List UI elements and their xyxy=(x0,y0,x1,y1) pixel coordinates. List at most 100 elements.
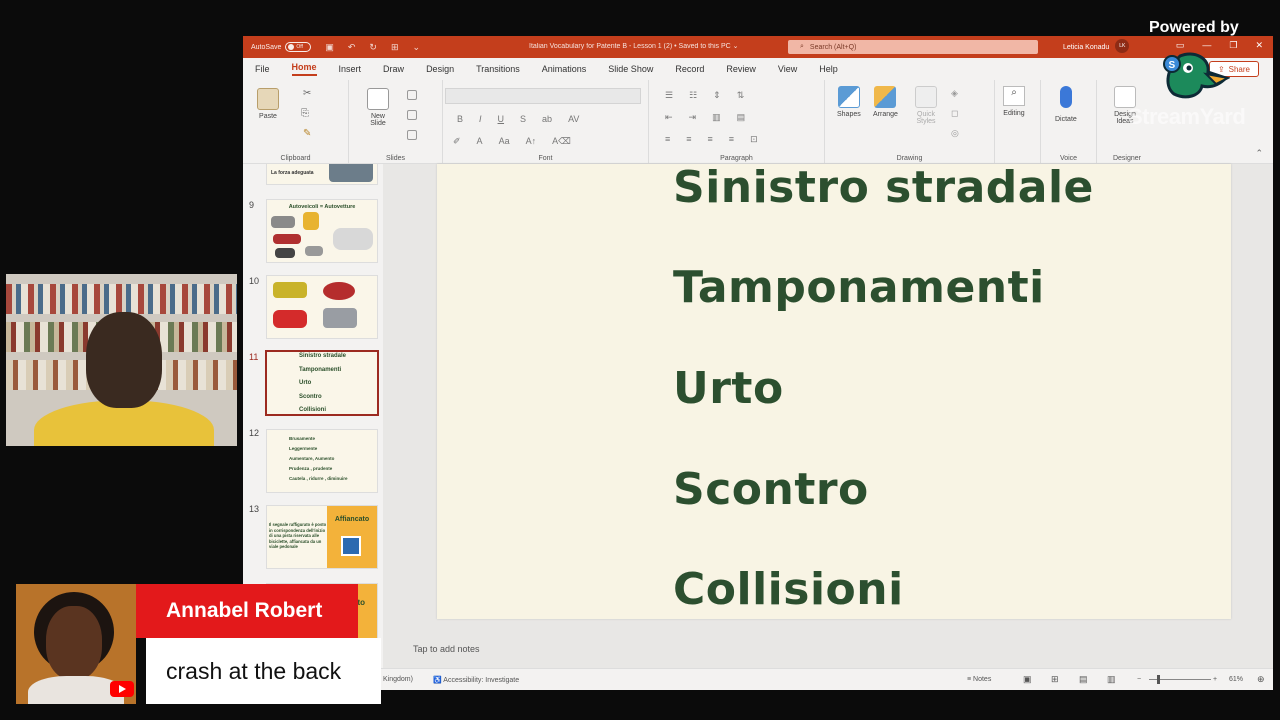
align-text-icon[interactable]: ▤ xyxy=(737,112,746,123)
arrange-button[interactable]: Arrange xyxy=(873,86,898,118)
char-spacing-icon[interactable]: AV xyxy=(568,114,579,124)
slideshow-icon[interactable]: ▥ xyxy=(1107,674,1116,685)
dictate-button[interactable]: Dictate xyxy=(1055,86,1077,123)
zoom-level[interactable]: 61% xyxy=(1229,676,1243,683)
host-person xyxy=(86,312,162,408)
shape-outline-icon[interactable]: ◻ xyxy=(951,108,958,119)
arrange-icon xyxy=(874,86,897,108)
search-box[interactable]: ⌕ Search (Alt+Q) xyxy=(788,40,1038,54)
change-case-icon[interactable]: Aa xyxy=(499,136,510,147)
align-center-icon[interactable]: ≡ xyxy=(686,134,691,145)
tab-design[interactable]: Design xyxy=(426,64,454,74)
highlight-icon[interactable]: ✐ xyxy=(453,136,461,147)
smartart-icon[interactable]: ⊡ xyxy=(750,134,758,145)
slide-word[interactable]: Urto xyxy=(673,363,784,414)
shapes-button[interactable]: Shapes xyxy=(837,86,861,118)
align-right-icon[interactable]: ≡ xyxy=(708,134,713,145)
save-icon[interactable]: ▣ xyxy=(325,42,334,53)
customize-icon[interactable]: ⌄ xyxy=(413,42,421,53)
reset-icon[interactable] xyxy=(407,110,417,120)
host-camera-feed xyxy=(6,274,237,446)
tab-review[interactable]: Review xyxy=(726,64,756,74)
user-account[interactable]: Leticia Konadu LK xyxy=(1063,39,1130,53)
copy-icon[interactable]: ⎘ xyxy=(301,108,309,119)
slide-word[interactable]: Collisioni xyxy=(673,564,904,615)
slide-thumbnail-8[interactable]: La forza adeguata xyxy=(267,164,377,184)
strikethrough-icon[interactable]: S xyxy=(520,114,526,124)
main-area: La forza adeguata 9 Autoveicoli = Autove… xyxy=(243,162,1273,668)
increase-indent-icon[interactable]: ⇥ xyxy=(689,112,697,123)
share-label: Share xyxy=(1228,64,1250,74)
decrease-indent-icon[interactable]: ⇤ xyxy=(665,112,673,123)
notes-button[interactable]: ≡ Notes xyxy=(967,676,991,683)
new-slide-button[interactable]: New Slide xyxy=(363,88,393,127)
slide-word[interactable]: Tamponamenti xyxy=(673,262,1045,313)
autosave-control[interactable]: AutoSave Off xyxy=(251,42,312,52)
streamyard-duck-logo: S xyxy=(1163,52,1230,99)
bullets-icon[interactable]: ☰ xyxy=(665,90,673,101)
slide-thumbnail-12[interactable]: Brusamente Leggermente Aumentare, Aument… xyxy=(267,430,377,492)
group-label-slides: Slides xyxy=(385,155,406,162)
present-icon[interactable]: ⊞ xyxy=(391,42,399,53)
zoom-slider-thumb[interactable] xyxy=(1157,675,1160,684)
line-spacing-icon[interactable]: ⇕ xyxy=(713,90,721,101)
collapse-ribbon-icon[interactable]: ⌃ xyxy=(1255,148,1263,159)
language-status[interactable]: Kingdom) xyxy=(383,676,413,683)
font-format-row: B I U S ab AV xyxy=(457,114,579,124)
tab-draw[interactable]: Draw xyxy=(383,64,404,74)
reading-view-icon[interactable]: ▤ xyxy=(1079,674,1088,685)
autosave-toggle[interactable]: Off xyxy=(285,42,312,52)
normal-view-icon[interactable]: ▣ xyxy=(1023,674,1032,685)
underline-icon[interactable]: U xyxy=(498,114,505,124)
text-direction-icon[interactable]: ⇅ xyxy=(737,90,745,101)
columns-icon[interactable]: ▥ xyxy=(712,112,721,123)
tab-file[interactable]: File xyxy=(255,64,270,74)
shape-effects-icon[interactable]: ◎ xyxy=(951,128,959,139)
tab-record[interactable]: Record xyxy=(675,64,704,74)
align-left-icon[interactable]: ≡ xyxy=(665,134,670,145)
format-painter-icon[interactable]: ✎ xyxy=(303,128,311,139)
slide-thumbnail-11[interactable]: Sinistro stradale Tamponamenti Urto Scon… xyxy=(265,350,379,416)
editing-button[interactable]: ⌕ Editing xyxy=(1003,86,1025,117)
layout-icon[interactable] xyxy=(407,90,417,100)
red-car-image xyxy=(273,234,301,244)
slide-sorter-icon[interactable]: ⊞ xyxy=(1051,674,1059,685)
tab-help[interactable]: Help xyxy=(819,64,838,74)
current-slide[interactable]: Sinistro stradale Tamponamenti Urto Scon… xyxy=(437,162,1231,619)
slide-word[interactable]: Scontro xyxy=(673,464,869,515)
redo-icon[interactable]: ↻ xyxy=(369,42,377,53)
shape-fill-icon[interactable]: ◈ xyxy=(951,88,958,99)
font-name-box[interactable] xyxy=(445,88,641,104)
section-icon[interactable] xyxy=(407,130,417,140)
restore-icon[interactable]: ❐ xyxy=(1229,40,1237,51)
undo-icon[interactable]: ↶ xyxy=(348,42,356,53)
document-title[interactable]: Italian Vocabulary for Patente B - Lesso… xyxy=(529,42,738,50)
tab-view[interactable]: View xyxy=(778,64,797,74)
slide-word[interactable]: Sinistro stradale xyxy=(673,162,1094,213)
slide-thumbnail-10[interactable] xyxy=(267,276,377,338)
clear-format-icon[interactable]: A⌫ xyxy=(552,136,571,147)
tab-home[interactable]: Home xyxy=(291,62,317,76)
cut-icon[interactable]: ✂ xyxy=(303,88,311,99)
grow-font-icon[interactable]: A↑ xyxy=(526,136,537,147)
zoom-in-icon[interactable]: + xyxy=(1213,676,1217,683)
accessibility-status[interactable]: ♿ Accessibility: Investigate xyxy=(433,676,519,684)
fit-slide-icon[interactable]: ⊕ xyxy=(1257,674,1265,685)
notes-placeholder[interactable]: Tap to add notes xyxy=(413,644,480,654)
tab-insert[interactable]: Insert xyxy=(339,64,362,74)
bold-icon[interactable]: B xyxy=(457,114,463,124)
zoom-out-icon[interactable]: − xyxy=(1137,676,1141,683)
numbering-icon[interactable]: ☷ xyxy=(689,90,697,101)
shadow-icon[interactable]: ab xyxy=(542,114,552,124)
quick-styles-button[interactable]: Quick Styles xyxy=(911,86,941,125)
tab-transitions[interactable]: Transitions xyxy=(476,64,520,74)
justify-icon[interactable]: ≡ xyxy=(729,134,734,145)
slide-thumbnail-9[interactable]: Autoveicoli = Autovetture xyxy=(267,200,377,262)
tab-animations[interactable]: Animations xyxy=(542,64,587,74)
tab-slide-show[interactable]: Slide Show xyxy=(608,64,653,74)
font-color-icon[interactable]: A xyxy=(477,136,483,147)
paste-button[interactable]: Paste xyxy=(257,88,279,120)
italic-icon[interactable]: I xyxy=(479,114,482,124)
slide-thumbnail-13[interactable]: Il segnale raffigurato è posto in corris… xyxy=(267,506,377,568)
close-icon[interactable]: ✕ xyxy=(1255,40,1263,51)
